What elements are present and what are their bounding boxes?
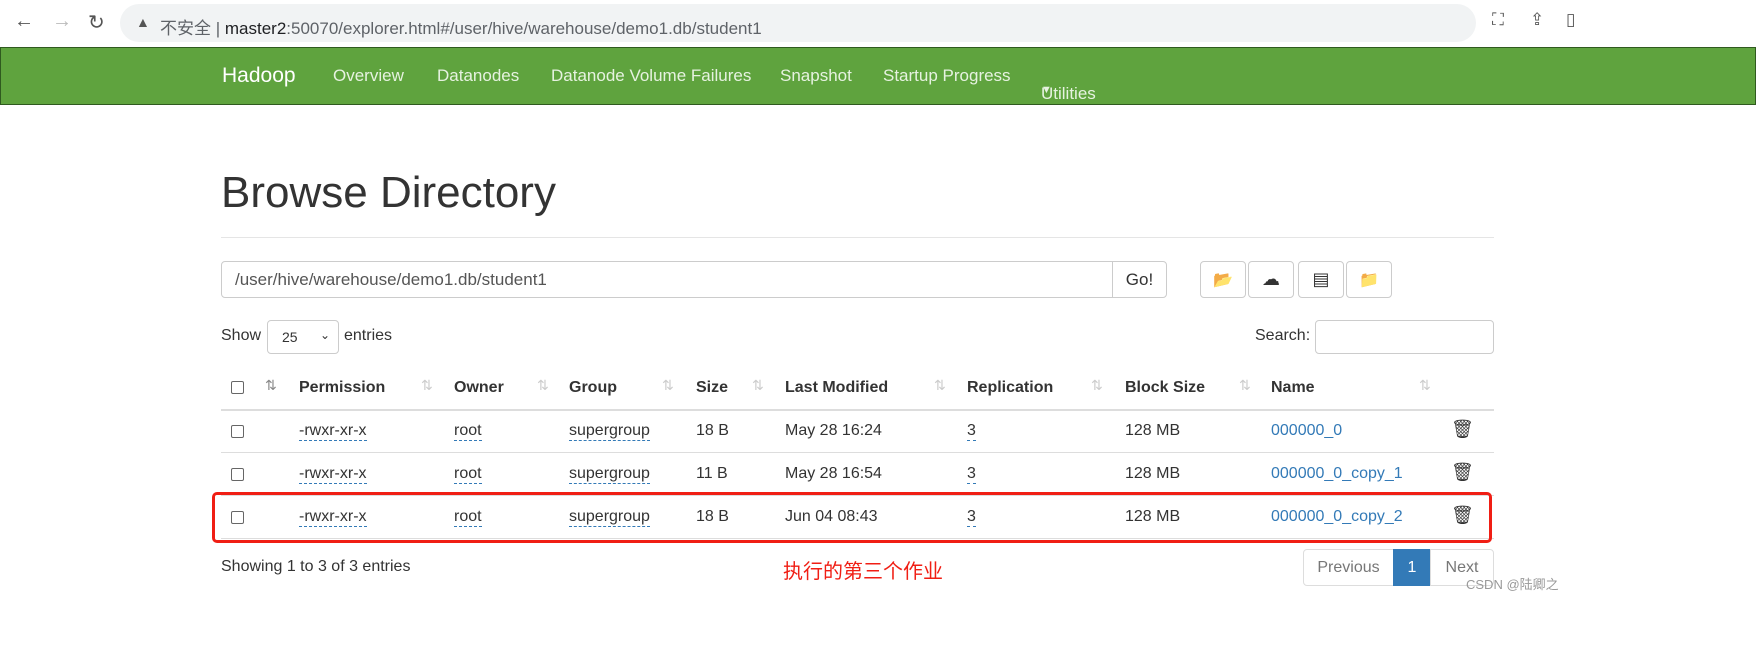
upload-button[interactable]: ☁ — [1248, 261, 1294, 298]
page-title: Browse Directory — [221, 168, 556, 217]
header-size[interactable]: Size — [696, 379, 728, 397]
cell-modified: May 28 16:54 — [785, 465, 882, 482]
header-replication[interactable]: Replication — [967, 379, 1053, 397]
nav-startup-progress[interactable]: Startup Progress — [883, 66, 1011, 86]
table-info: Showing 1 to 3 of 3 entries — [221, 558, 411, 575]
watermark: CSDN @陆卿之 — [1466, 577, 1559, 592]
translate-icon[interactable]: ⛶ — [1492, 10, 1504, 30]
cell-name[interactable]: 000000_0_copy_1 — [1271, 465, 1403, 483]
sort-icon[interactable]: ⇅ — [421, 377, 433, 394]
cell-block-size: 128 MB — [1125, 422, 1181, 439]
go-button[interactable]: Go! — [1112, 261, 1167, 298]
back-icon[interactable]: ← — [14, 10, 34, 33]
sort-icon[interactable]: ⇅ — [1419, 377, 1431, 394]
navbar: Hadoop Overview Datanodes Datanode Volum… — [0, 47, 1756, 105]
entries-select[interactable]: 25 ⌄ — [267, 320, 339, 354]
brand[interactable]: Hadoop — [222, 64, 296, 88]
cell-size: 18 B — [696, 422, 729, 439]
cell-replication[interactable]: 3 — [967, 422, 976, 441]
cloud-upload-icon: ☁ — [1262, 269, 1280, 289]
sort-icon[interactable]: ⇅ — [934, 377, 946, 394]
search-input[interactable] — [1315, 320, 1494, 354]
row-checkbox[interactable] — [231, 468, 244, 481]
move-button[interactable]: 📁 — [1346, 261, 1392, 298]
list-icon: ▤ — [1312, 269, 1330, 289]
nav-overview[interactable]: Overview — [333, 66, 404, 86]
previous-button[interactable]: Previous — [1303, 549, 1394, 586]
cell-group[interactable]: supergroup — [569, 422, 650, 441]
header-name[interactable]: Name — [1271, 379, 1315, 397]
nav-snapshot[interactable]: Snapshot — [780, 66, 852, 86]
cell-owner[interactable]: root — [454, 422, 482, 441]
caret-down-icon: ▼ — [1041, 84, 1052, 96]
header-block-size[interactable]: Block Size — [1125, 379, 1205, 397]
cell-group[interactable]: supergroup — [569, 465, 650, 484]
url-path: :50070/explorer.html#/user/hive/warehous… — [286, 19, 762, 38]
browser-toolbar: ← → ↻ ▲ 不安全 | master2:50070/explorer.htm… — [0, 0, 1756, 47]
table-row: -rwxr-xr-x root supergroup 18 B May 28 16:24… — [221, 410, 1494, 453]
sort-icon[interactable]: ⇅ — [1239, 377, 1251, 394]
warning-icon: ▲ — [136, 14, 150, 30]
cell-permission[interactable]: -rwxr-xr-x — [299, 422, 367, 441]
address-bar[interactable]: ▲ 不安全 | master2:50070/explorer.html#/use… — [120, 4, 1476, 42]
cell-block-size: 128 MB — [1125, 465, 1181, 482]
entries-label: entries — [344, 327, 393, 344]
row-checkbox[interactable] — [231, 425, 244, 438]
insecure-label: 不安全 — [160, 19, 211, 38]
header-permission[interactable]: Permission — [299, 379, 385, 397]
header-last-modified[interactable]: Last Modified — [785, 379, 888, 397]
header-group[interactable]: Group — [569, 379, 617, 397]
sort-icon[interactable]: ⇅ — [752, 377, 764, 394]
divider — [221, 237, 1494, 238]
share-icon[interactable]: ⇪ — [1530, 10, 1544, 30]
url-host: master2 — [224, 19, 287, 38]
cell-name[interactable]: 000000_0 — [1271, 422, 1342, 440]
reload-icon[interactable]: ↻ — [88, 10, 105, 35]
trash-icon[interactable]: 🗑 — [1451, 462, 1474, 483]
trash-icon[interactable]: 🗑 — [1451, 419, 1474, 440]
sidebar-icon[interactable]: ▯ — [1566, 10, 1575, 30]
cell-replication[interactable]: 3 — [967, 465, 976, 484]
sort-icon[interactable]: ⇅ — [662, 377, 674, 394]
path-input[interactable]: /user/hive/warehouse/demo1.db/student1 — [221, 261, 1113, 298]
sort-icon[interactable]: ⇅ — [265, 377, 277, 394]
highlight-box — [212, 492, 1492, 543]
page-1-button[interactable]: 1 — [1393, 549, 1431, 586]
show-label: Show — [221, 327, 262, 344]
chevron-down-icon: ⌄ — [319, 328, 330, 342]
sort-icon[interactable]: ⇅ — [537, 377, 549, 394]
cell-owner[interactable]: root — [454, 465, 482, 484]
annotation: 执行的第三个作业 — [783, 561, 943, 583]
nav-volume-failures[interactable]: Datanode Volume Failures — [551, 66, 751, 86]
create-directory-button[interactable]: 📂 — [1200, 261, 1246, 298]
folder-open-icon: 📂 — [1213, 271, 1233, 289]
select-all-checkbox[interactable] — [231, 381, 244, 394]
header-owner[interactable]: Owner — [454, 379, 504, 397]
sort-icon[interactable]: ⇅ — [1091, 377, 1103, 394]
cell-modified: May 28 16:24 — [785, 422, 882, 439]
forward-icon[interactable]: → — [52, 10, 72, 33]
table-row: -rwxr-xr-x root supergroup 11 B May 28 16:54… — [221, 453, 1494, 496]
cell-size: 11 B — [696, 465, 728, 482]
nav-datanodes[interactable]: Datanodes — [437, 66, 519, 86]
folder-move-icon: 📁 — [1359, 271, 1379, 289]
cell-permission[interactable]: -rwxr-xr-x — [299, 465, 367, 484]
search-label: Search: — [1255, 327, 1311, 344]
list-button[interactable]: ▤ — [1298, 261, 1344, 298]
